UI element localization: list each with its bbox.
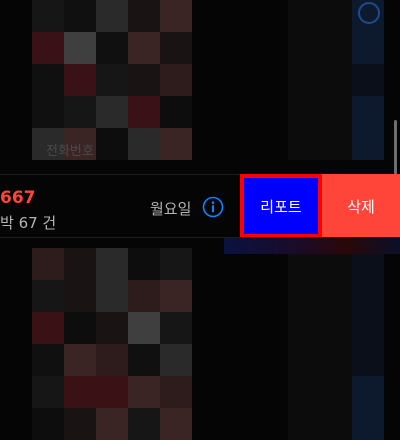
mosaic-tile	[352, 32, 384, 64]
mosaic-tile	[320, 128, 352, 160]
mosaic-tile	[160, 32, 192, 64]
mosaic-tile	[64, 376, 96, 408]
mosaic-tile	[352, 128, 384, 160]
mosaic-tile	[128, 344, 160, 376]
mosaic-tile	[96, 128, 128, 160]
mosaic-tile	[32, 408, 64, 440]
mosaic-tile	[32, 64, 64, 96]
mosaic-tile	[288, 312, 320, 344]
mosaic-tile	[64, 312, 96, 344]
mosaic-tile	[160, 344, 192, 376]
mosaic-tile	[288, 408, 320, 440]
mosaic-tile	[64, 0, 96, 32]
mosaic-tile	[288, 96, 320, 128]
mosaic-tile	[64, 96, 96, 128]
mosaic-tile	[160, 248, 192, 280]
report-button-label: 리포트	[260, 197, 302, 216]
mosaic-tile	[288, 64, 320, 96]
row-subtitle: 박 67 건	[0, 214, 57, 232]
mosaic-tile	[288, 32, 320, 64]
mosaic-tile	[32, 344, 64, 376]
mosaic-tile	[352, 64, 384, 96]
mosaic-tile	[128, 128, 160, 160]
mosaic-tile	[64, 64, 96, 96]
mosaic-tile	[128, 248, 160, 280]
mosaic-tile	[160, 280, 192, 312]
background-label: 전화번호	[46, 144, 94, 159]
mosaic-tile	[96, 408, 128, 440]
mosaic-tile	[320, 0, 352, 32]
info-icon[interactable]	[202, 196, 224, 218]
mosaic-tile	[352, 376, 384, 408]
mosaic-tile	[128, 96, 160, 128]
mosaic-tile	[160, 0, 192, 32]
mosaic-tile	[352, 312, 384, 344]
mosaic-tile	[320, 280, 352, 312]
mosaic-tile	[320, 376, 352, 408]
report-button[interactable]: 리포트	[240, 174, 322, 238]
mosaic-tile	[32, 376, 64, 408]
mosaic-tile	[96, 248, 128, 280]
mosaic-tile	[96, 376, 128, 408]
mosaic-tile	[352, 280, 384, 312]
mosaic-tile	[160, 312, 192, 344]
mosaic-tile	[320, 64, 352, 96]
mosaic-tile	[160, 408, 192, 440]
mosaic-tile	[160, 128, 192, 160]
mosaic-tile	[32, 0, 64, 32]
mosaic-tile	[32, 248, 64, 280]
mosaic-tile	[320, 312, 352, 344]
mosaic-tile	[96, 64, 128, 96]
mosaic-tile	[64, 248, 96, 280]
mosaic-tile	[352, 408, 384, 440]
mosaic-tile	[288, 376, 320, 408]
mosaic-tile	[96, 96, 128, 128]
mosaic-tile	[32, 32, 64, 64]
mosaic-tile	[64, 280, 96, 312]
mosaic-tile	[160, 64, 192, 96]
swiped-list-row[interactable]: 667 박 67 건 월요일 리포트 삭제	[0, 174, 400, 238]
blurred-band	[224, 238, 400, 254]
mosaic-tile	[128, 408, 160, 440]
scrollbar[interactable]	[394, 120, 397, 176]
mosaic-tile	[160, 376, 192, 408]
delete-button[interactable]: 삭제	[322, 174, 400, 238]
mosaic-tile	[128, 64, 160, 96]
mosaic-tile	[64, 32, 96, 64]
mosaic-tile	[288, 280, 320, 312]
mosaic-tile	[320, 32, 352, 64]
mosaic-tile	[320, 408, 352, 440]
mosaic-tile	[320, 96, 352, 128]
mosaic-tile	[288, 128, 320, 160]
mosaic-tile	[96, 280, 128, 312]
mosaic-tile	[32, 280, 64, 312]
row-day: 월요일	[150, 200, 192, 218]
row-number: 667	[0, 188, 36, 208]
mosaic-tile	[96, 312, 128, 344]
top-right-circle-icon	[358, 2, 380, 24]
mosaic-tile	[32, 96, 64, 128]
mosaic-tile	[128, 280, 160, 312]
mosaic-tile	[96, 344, 128, 376]
mosaic-tile	[160, 96, 192, 128]
mosaic-tile	[32, 312, 64, 344]
mosaic-tile	[128, 312, 160, 344]
mosaic-tile	[128, 376, 160, 408]
mosaic-tile	[64, 344, 96, 376]
mosaic-tile	[96, 0, 128, 32]
mosaic-tile	[64, 408, 96, 440]
mosaic-tile	[128, 32, 160, 64]
mosaic-tile	[352, 344, 384, 376]
mosaic-tile	[128, 0, 160, 32]
mosaic-tile	[288, 344, 320, 376]
mosaic-tile	[320, 344, 352, 376]
delete-button-label: 삭제	[347, 197, 375, 216]
mosaic-tile	[288, 0, 320, 32]
mosaic-tile	[352, 96, 384, 128]
mosaic-tile	[96, 32, 128, 64]
